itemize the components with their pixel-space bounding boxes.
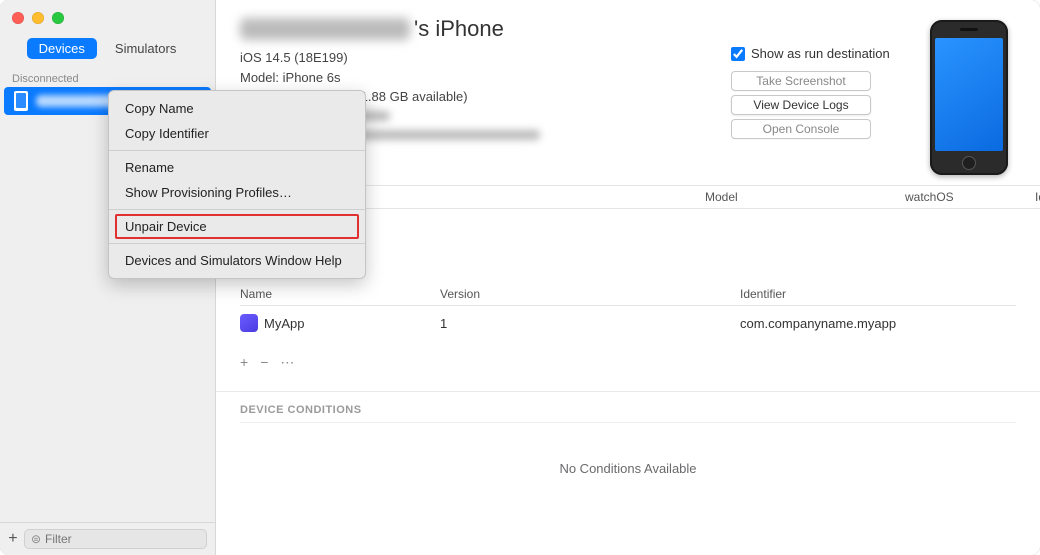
show-as-run-destination-label: Show as run destination — [751, 46, 890, 61]
ctx-help[interactable]: Devices and Simulators Window Help — [109, 248, 365, 273]
ctx-copy-identifier[interactable]: Copy Identifier — [109, 121, 365, 146]
filter-input[interactable] — [45, 532, 200, 546]
filter-icon: ⊜ — [31, 532, 41, 546]
phone-speaker — [960, 28, 978, 31]
device-conditions-block: DEVICE CONDITIONS No Conditions Availabl… — [216, 391, 1040, 514]
minimize-window-button[interactable] — [32, 12, 44, 24]
tab-simulators[interactable]: Simulators — [103, 38, 188, 59]
sidebar-bottom-bar: + ⊜ — [0, 522, 215, 555]
app-actions-button[interactable]: ⋯ — [280, 354, 294, 371]
ctx-unpair-highlight: Unpair Device — [115, 214, 359, 239]
meta-model: Model: iPhone 6s — [240, 68, 721, 88]
take-screenshot-button[interactable]: Take Screenshot — [731, 71, 871, 91]
apps-col-name: Name — [240, 287, 440, 301]
apps-col-identifier: Identifier — [740, 287, 1016, 301]
app-name: MyApp — [264, 316, 304, 331]
open-console-button[interactable]: Open Console — [731, 119, 871, 139]
app-icon — [240, 314, 258, 332]
zoom-window-button[interactable] — [52, 12, 64, 24]
device-header-actions: Show as run destination Take Screenshot … — [731, 16, 921, 139]
app-version: 1 — [440, 316, 740, 331]
show-as-run-destination-checkbox[interactable] — [731, 47, 745, 61]
ctx-unpair-device[interactable]: Unpair Device — [125, 219, 349, 234]
ctx-separator — [109, 150, 365, 151]
ctx-separator — [109, 243, 365, 244]
sidebar-tabs: Devices Simulators — [0, 38, 215, 59]
device-thumbnail-area — [921, 16, 1016, 175]
tab-devices[interactable]: Devices — [27, 38, 97, 59]
sidebar-section-disconnected: Disconnected — [0, 67, 215, 87]
apps-col-version: Version — [440, 287, 740, 301]
owner-name-redacted — [240, 18, 410, 40]
show-as-run-destination[interactable]: Show as run destination — [731, 46, 890, 61]
ctx-show-profiles[interactable]: Show Provisioning Profiles… — [109, 180, 365, 205]
device-conditions-empty: No Conditions Available — [240, 422, 1016, 514]
installed-app-row[interactable]: MyApp 1 com.companyname.myapp — [240, 306, 1016, 334]
iphone-icon — [14, 91, 28, 111]
col-identifier: Identifier — [1035, 190, 1040, 204]
app-identifier: com.companyname.myapp — [740, 316, 1016, 331]
add-app-button[interactable]: + — [240, 354, 248, 371]
device-context-menu: Copy Name Copy Identifier Rename Show Pr… — [108, 90, 366, 279]
installed-apps-block: Name Version Identifier MyApp 1 com.comp… — [216, 283, 1040, 381]
installed-apps-toolbar: + − ⋯ — [240, 334, 1016, 381]
close-window-button[interactable] — [12, 12, 24, 24]
view-device-logs-button[interactable]: View Device Logs — [731, 95, 871, 115]
ctx-rename[interactable]: Rename — [109, 155, 365, 180]
phone-screen — [935, 38, 1003, 151]
device-title-suffix: 's iPhone — [414, 16, 504, 42]
add-device-button[interactable]: + — [8, 530, 18, 548]
device-action-buttons: Take Screenshot View Device Logs Open Co… — [731, 71, 871, 139]
device-title: 's iPhone — [240, 16, 721, 42]
iphone-thumbnail — [930, 20, 1008, 175]
device-conditions-label: DEVICE CONDITIONS — [216, 392, 1040, 422]
meta-ios: iOS 14.5 (18E199) — [240, 48, 721, 68]
ctx-separator — [109, 209, 365, 210]
filter-field-wrap[interactable]: ⊜ — [24, 529, 207, 549]
window-traffic-lights — [12, 12, 64, 24]
phone-home-button — [962, 156, 976, 170]
installed-apps-header: Name Version Identifier — [240, 283, 1016, 306]
col-watchos: watchOS — [905, 190, 1035, 204]
ctx-copy-name[interactable]: Copy Name — [109, 96, 365, 121]
col-model: Model — [705, 190, 905, 204]
devices-window: Devices Simulators Disconnected + ⊜ 's i… — [0, 0, 1040, 555]
remove-app-button[interactable]: − — [260, 354, 268, 371]
